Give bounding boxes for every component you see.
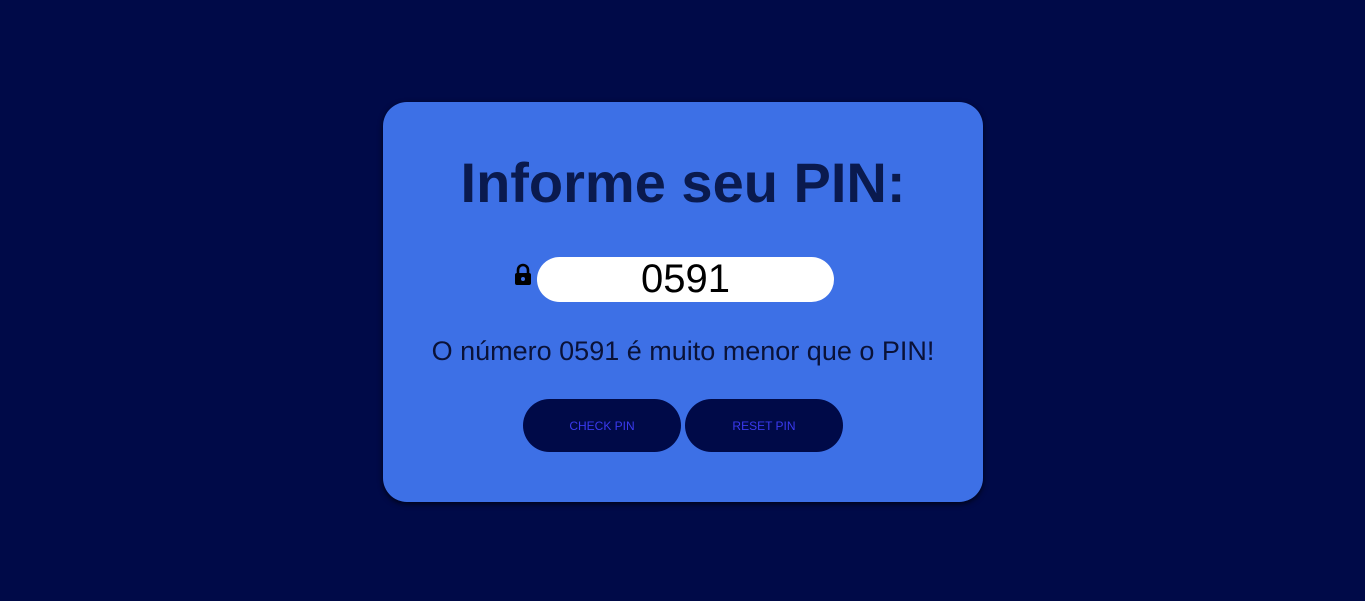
check-pin-button[interactable]: CHECK PIN: [523, 399, 681, 452]
result-message: O número 0591 é muito menor que o PIN!: [431, 336, 935, 366]
reset-pin-button[interactable]: RESET PIN: [685, 399, 843, 452]
pin-input[interactable]: [537, 257, 834, 302]
lock-icon: [511, 261, 535, 289]
pin-card: Informe seu PIN: O número 0591 é muito m…: [383, 102, 983, 502]
page-title: Informe seu PIN:: [460, 151, 906, 214]
pin-input-row: [511, 257, 834, 302]
button-group: CHECK PIN RESET PIN: [523, 399, 843, 452]
